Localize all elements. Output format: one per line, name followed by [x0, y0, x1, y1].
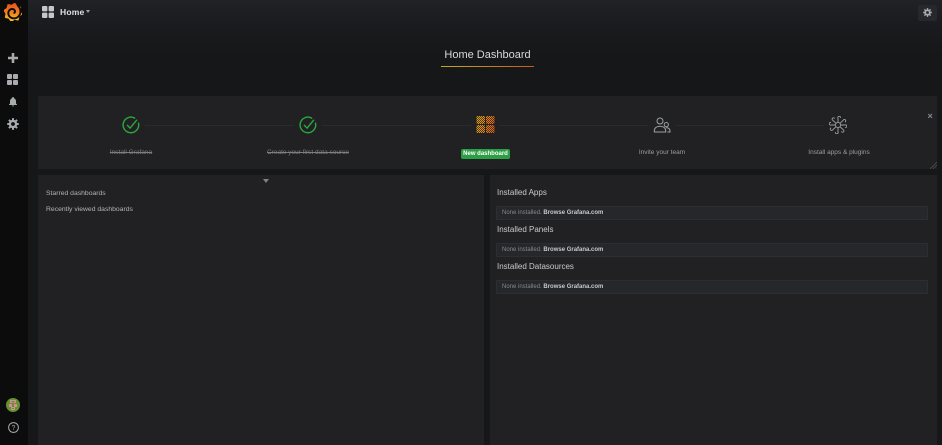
svg-text:?: ? [12, 425, 16, 432]
